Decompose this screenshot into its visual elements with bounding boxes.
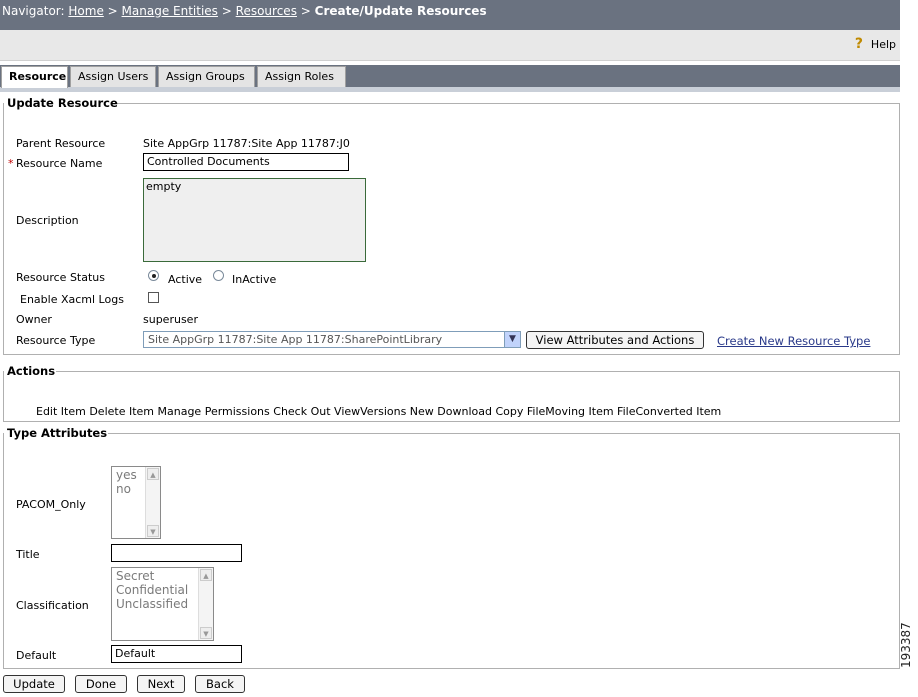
update-resource-legend: Update Resource xyxy=(7,96,118,110)
resource-type-selected-value: Site AppGrp 11787:Site App 11787:SharePo… xyxy=(148,333,443,346)
owner-value: superuser xyxy=(143,313,198,326)
status-inactive-label: InActive xyxy=(232,273,277,286)
scroll-down-icon[interactable]: ▼ xyxy=(200,627,212,639)
pacom-only-listbox[interactable]: yes no ▲ ▼ xyxy=(111,466,161,539)
classification-label: Classification xyxy=(16,599,89,612)
enable-xacml-logs-label: Enable Xacml Logs xyxy=(20,293,124,306)
tab-assign-groups[interactable]: Assign Groups xyxy=(158,66,255,87)
done-button[interactable]: Done xyxy=(75,675,127,693)
status-active-radio[interactable] xyxy=(148,270,159,281)
update-resource-section: Update Resource xyxy=(3,96,900,355)
navigator-bar: Navigator: Home > Manage Entities > Reso… xyxy=(0,0,900,30)
status-active-label: Active xyxy=(168,273,203,286)
tab-strip: Resource Assign Users Assign Groups Assi… xyxy=(0,65,900,92)
question-mark-icon[interactable]: ? xyxy=(855,37,867,51)
navigator-prefix: Navigator: xyxy=(2,4,65,18)
help-button[interactable]: ? Help xyxy=(855,37,896,51)
enable-xacml-logs-checkbox[interactable] xyxy=(148,292,159,303)
create-new-resource-type-link[interactable]: Create New Resource Type xyxy=(717,334,870,348)
breadcrumb: Navigator: Home > Manage Entities > Reso… xyxy=(2,4,487,18)
scroll-up-icon[interactable]: ▲ xyxy=(147,468,159,480)
scrollbar[interactable]: ▲ ▼ xyxy=(198,568,213,640)
actions-list: Edit Item Delete Item Manage Permissions… xyxy=(36,405,722,418)
actions-legend: Actions xyxy=(7,364,56,378)
breadcrumb-home-link[interactable]: Home xyxy=(68,4,103,18)
chevron-down-icon[interactable]: ▼ xyxy=(504,332,520,347)
breadcrumb-manage-entities-link[interactable]: Manage Entities xyxy=(122,4,218,18)
view-attributes-and-actions-button[interactable]: View Attributes and Actions xyxy=(526,331,704,349)
figure-id: 193387 xyxy=(899,622,913,668)
classification-listbox[interactable]: Secret Confidential Unclassified ▲ ▼ xyxy=(111,567,214,641)
list-item[interactable]: Unclassified xyxy=(116,597,209,611)
pacom-only-label: PACOM_Only xyxy=(16,498,86,511)
resource-name-input[interactable]: Controlled Documents xyxy=(143,153,349,171)
status-inactive-radio[interactable] xyxy=(213,270,224,281)
resource-name-label: Resource Name xyxy=(16,157,103,170)
page-title: Create/Update Resources xyxy=(314,4,487,18)
breadcrumb-resources-link[interactable]: Resources xyxy=(236,4,297,18)
resource-status-label: Resource Status xyxy=(16,271,105,284)
back-button[interactable]: Back xyxy=(195,675,245,693)
tab-resource[interactable]: Resource xyxy=(1,66,68,88)
breadcrumb-separator: > xyxy=(107,4,118,18)
scrollbar[interactable]: ▲ ▼ xyxy=(145,467,160,538)
owner-label: Owner xyxy=(16,313,52,326)
description-label: Description xyxy=(16,214,79,227)
parent-resource-label: Parent Resource xyxy=(16,137,106,150)
breadcrumb-separator: > xyxy=(300,4,311,18)
resource-type-select[interactable]: Site AppGrp 11787:Site App 11787:SharePo… xyxy=(143,331,521,348)
update-button[interactable]: Update xyxy=(3,675,65,693)
scroll-up-icon[interactable]: ▲ xyxy=(200,569,212,581)
tab-assign-users[interactable]: Assign Users xyxy=(70,66,156,87)
help-bar: ? Help xyxy=(0,30,900,61)
tab-assign-roles[interactable]: Assign Roles xyxy=(257,66,346,87)
list-item[interactable]: Secret xyxy=(116,569,209,583)
parent-resource-value: Site AppGrp 11787:Site App 11787:J0 xyxy=(143,137,350,150)
title-label: Title xyxy=(16,548,40,561)
next-button[interactable]: Next xyxy=(137,675,185,693)
breadcrumb-separator: > xyxy=(221,4,232,18)
resource-type-label: Resource Type xyxy=(16,334,96,347)
title-input[interactable] xyxy=(111,544,242,562)
list-item[interactable]: Confidential xyxy=(116,583,209,597)
type-attributes-legend: Type Attributes xyxy=(7,426,108,440)
description-textarea[interactable]: empty xyxy=(143,178,366,262)
help-label[interactable]: Help xyxy=(871,38,896,51)
required-mark: * xyxy=(8,157,14,170)
scroll-down-icon[interactable]: ▼ xyxy=(147,525,159,537)
default-label: Default xyxy=(16,649,57,662)
default-input[interactable]: Default xyxy=(111,645,242,663)
